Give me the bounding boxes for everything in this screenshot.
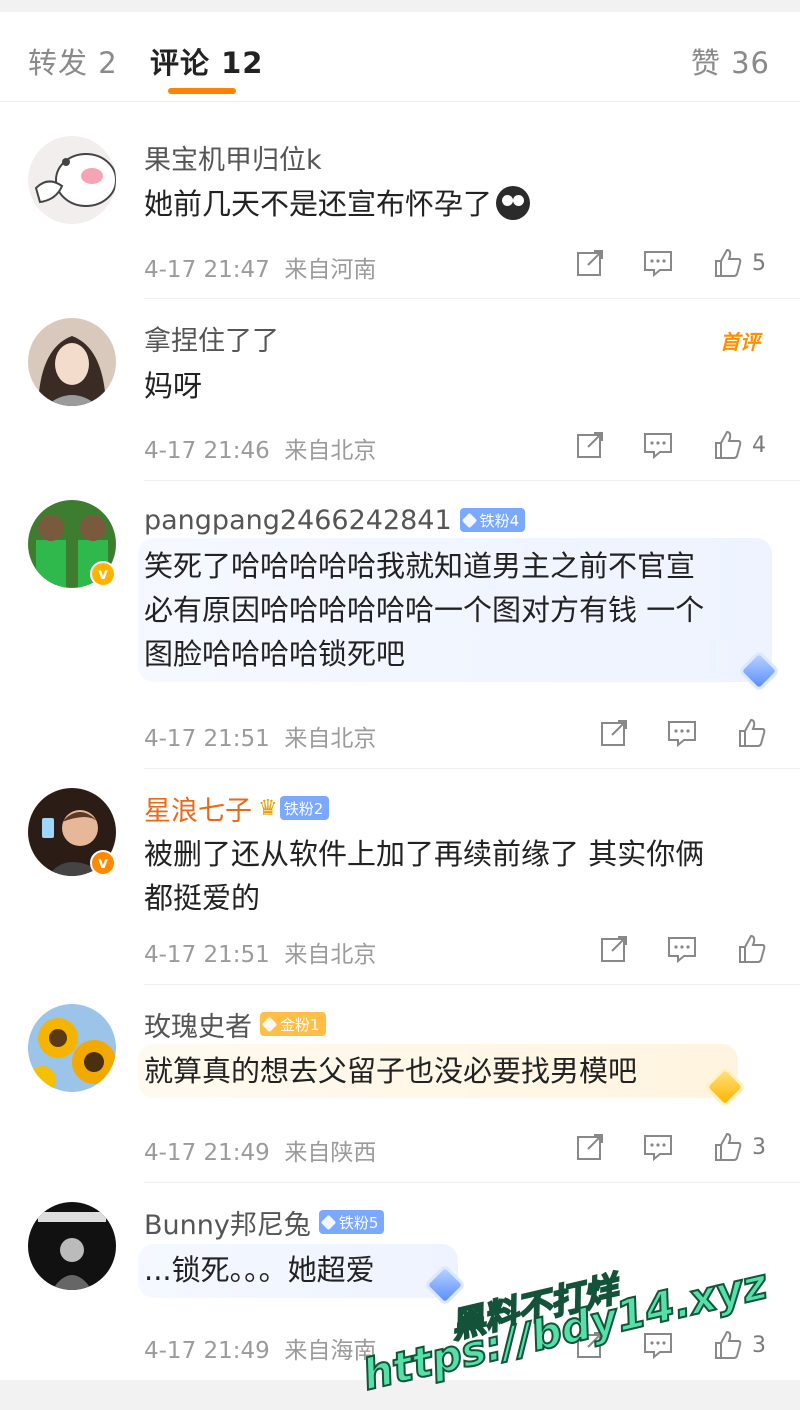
reply-button[interactable] (666, 716, 698, 750)
tab-repost[interactable]: 转发 2 (28, 40, 118, 82)
share-icon (577, 1134, 603, 1160)
verified-badge-icon: v (90, 850, 116, 876)
thumbs-up-icon (739, 934, 766, 963)
user-photo-icon (28, 1202, 116, 1290)
like-button[interactable] (736, 716, 768, 750)
comment-text: 被删了还从软件上加了再续前缘了 其实你俩 都挺爱的 (144, 837, 705, 915)
like-button[interactable]: 4 (712, 428, 766, 462)
fan-badge: 铁粉2 (279, 796, 330, 820)
diamond-icon (261, 1016, 278, 1032)
comment-text: 妈呀 (144, 369, 203, 403)
username[interactable]: 星浪七子 (144, 789, 252, 828)
thumbs-up-icon (715, 248, 742, 277)
like-count: 3 (752, 1332, 766, 1358)
divider (144, 298, 800, 299)
diamond-icon (461, 512, 477, 528)
cartoon-avatar-icon (28, 136, 116, 224)
crown-icon: ♛ (258, 795, 278, 821)
verified-badge-icon: v (90, 561, 116, 587)
thumbs-up-icon (715, 430, 742, 459)
reply-button[interactable] (642, 246, 674, 280)
comment-text: 她前几天不是还宣布怀孕了 (144, 182, 531, 226)
comment-icon (668, 937, 696, 964)
username[interactable]: 拿捏住了了 (144, 319, 279, 358)
thumbs-up-icon (715, 1132, 742, 1161)
comment-meta: 4-17 21:46 来自北京 (144, 438, 377, 464)
comment-icon (644, 433, 672, 460)
comment-icon (668, 721, 696, 748)
comment-text: 笑死了哈哈哈哈哈我就知道男主之前不官宣 必有原因哈哈哈哈哈哈一个图对方有钱 一个… (144, 549, 705, 671)
avatar[interactable] (28, 136, 116, 224)
avatar[interactable] (28, 318, 116, 406)
share-button[interactable] (574, 246, 606, 280)
sunflower-avatar-icon (28, 1004, 116, 1092)
divider (144, 768, 800, 769)
share-icon (601, 720, 627, 746)
username[interactable]: Bunny邦尼兔 (144, 1203, 311, 1242)
avatar[interactable] (28, 1004, 116, 1092)
like-count: 5 (752, 250, 766, 276)
crying-emoji-icon (496, 186, 531, 220)
fan-badge: 金粉1 (260, 1012, 326, 1036)
like-button[interactable]: 3 (712, 1130, 766, 1164)
tab-comments[interactable]: 评论 12 (150, 40, 263, 82)
thumbs-up-icon (739, 718, 766, 747)
comment-text: ...锁死。。。她超爱 (144, 1253, 375, 1287)
divider (144, 480, 800, 481)
fan-badge: 铁粉5 (318, 1210, 385, 1234)
username[interactable]: pangpang2466242841 (144, 505, 452, 536)
comment-meta: 4-17 21:49 来自海南 (144, 1338, 377, 1364)
comment-meta: 4-17 21:49 来自陕西 (144, 1140, 377, 1166)
divider (144, 984, 800, 985)
comment-icon (644, 1135, 672, 1162)
comment-meta: 4-17 21:51 来自北京 (144, 942, 377, 968)
comment-icon (644, 251, 672, 278)
like-button[interactable] (736, 932, 768, 966)
like-button[interactable]: 3 (712, 1328, 766, 1362)
active-tab-indicator (168, 88, 236, 94)
share-button[interactable] (598, 932, 630, 966)
share-button[interactable] (598, 716, 630, 750)
share-button[interactable] (574, 1130, 606, 1164)
share-button[interactable] (574, 428, 606, 462)
first-comment-badge: 首评 (720, 330, 760, 354)
divider (144, 1182, 800, 1183)
like-button[interactable]: 5 (712, 246, 766, 280)
share-icon (577, 432, 603, 458)
comment-meta: 4-17 21:47 来自河南 (144, 257, 377, 283)
user-photo-icon (28, 318, 116, 406)
comment-meta: 4-17 21:51 来自北京 (144, 726, 377, 752)
reply-button[interactable] (642, 428, 674, 462)
avatar[interactable] (28, 1202, 116, 1290)
tab-likes[interactable]: 赞 36 (691, 40, 770, 82)
like-count: 4 (752, 432, 766, 458)
reply-button[interactable] (642, 1130, 674, 1164)
username[interactable]: 果宝机甲归位k (144, 138, 322, 177)
like-count: 3 (752, 1134, 766, 1160)
diamond-icon (320, 1214, 337, 1230)
username[interactable]: 玫瑰史者 (144, 1005, 252, 1044)
thumbs-up-icon (715, 1330, 742, 1359)
share-icon (601, 936, 627, 962)
top-gray-strip (0, 0, 800, 12)
share-icon (577, 250, 603, 276)
reply-button[interactable] (666, 932, 698, 966)
fan-badge: 铁粉4 (459, 508, 526, 532)
tab-bar: 转发 2 评论 12 赞 36 (0, 12, 800, 102)
comment-text: 就算真的想去父留子也没必要找男模吧 (144, 1054, 638, 1088)
